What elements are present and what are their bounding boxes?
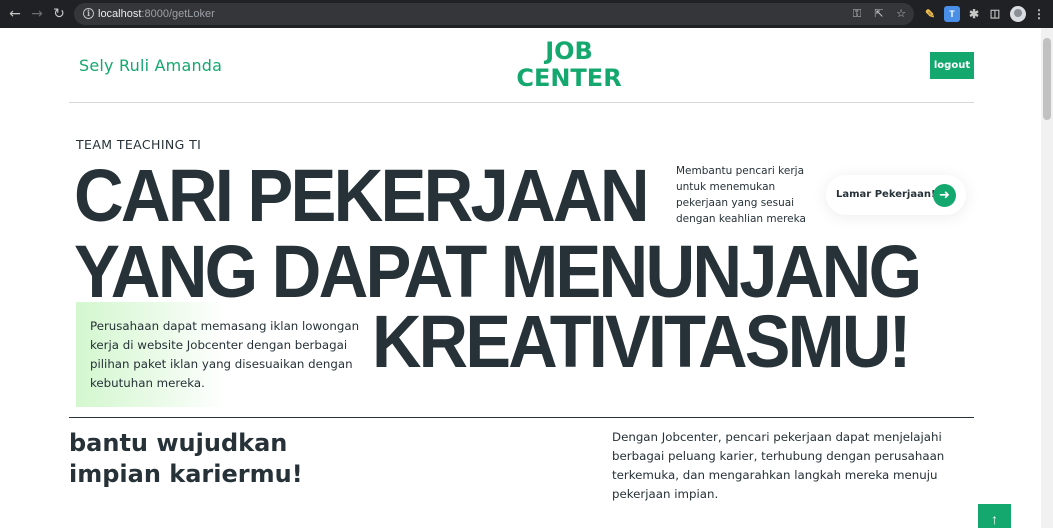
star-icon[interactable]: ☆ [892, 3, 910, 25]
apply-job-label: Lamar Pekerjaan! [836, 189, 936, 200]
logo-line-1: JOB [545, 37, 593, 65]
back-icon[interactable]: ← [4, 0, 26, 28]
menu-icon[interactable]: ⋮ [1031, 6, 1047, 22]
profile-avatar[interactable] [1010, 6, 1026, 22]
section-divider [69, 417, 974, 418]
promo-text: Perusahaan dapat memasang iklan lowongan… [90, 319, 360, 390]
puzzle-icon[interactable]: ✱ [966, 6, 982, 22]
url-host: localhost [98, 8, 142, 20]
url-path: :8000/getLoker [141, 8, 215, 20]
scrollbar-thumb[interactable] [1043, 38, 1051, 120]
forward-icon[interactable]: → [26, 0, 48, 28]
key-icon[interactable]: ⚿ [848, 3, 866, 25]
page-content: Sely Ruli Amanda JOB CENTER logout TEAM … [0, 28, 1041, 528]
logo-line-2: CENTER [516, 64, 622, 92]
hero-eyebrow: TEAM TEACHING TI [76, 137, 202, 152]
apply-job-button[interactable]: Lamar Pekerjaan! ➜ [826, 175, 966, 215]
arrow-up-icon: ↑ [991, 511, 998, 527]
header-divider [69, 102, 974, 103]
section-description: Dengan Jobcenter, pencari pekerjaan dapa… [612, 430, 945, 501]
hero-headline-line-3: KREATIVITASMU! [372, 300, 911, 383]
section-title: bantu wujudkan impian kariermu! [69, 429, 303, 488]
url-text[interactable]: localhost:8000/getLoker [98, 3, 215, 25]
translate-extension-icon[interactable]: T [944, 6, 960, 22]
hero-side-description: Membantu pencari kerja untuk menemukan p… [676, 165, 806, 225]
reload-icon[interactable]: ↻ [48, 0, 70, 28]
arrow-right-circle-icon: ➜ [933, 184, 956, 207]
hero-headline-line-1: CARI PEKERJAAN [74, 154, 650, 237]
logout-button[interactable]: logout [930, 52, 974, 79]
pencil-extension-icon[interactable]: ✎ [922, 6, 938, 22]
address-bar[interactable]: i localhost:8000/getLoker ⚿ ⇱ ☆ [74, 3, 914, 25]
scroll-to-top-button[interactable]: ↑ [978, 504, 1011, 528]
site-logo[interactable]: JOB CENTER [510, 38, 628, 92]
browser-toolbar: ← → ↻ i localhost:8000/getLoker ⚿ ⇱ ☆ ✎ … [0, 0, 1053, 28]
user-name: Sely Ruli Amanda [79, 56, 223, 75]
sidebar-icon[interactable]: ◫ [987, 6, 1003, 22]
share-icon[interactable]: ⇱ [870, 3, 888, 25]
info-icon[interactable]: i [83, 8, 94, 19]
page-scrollbar[interactable] [1041, 28, 1053, 528]
